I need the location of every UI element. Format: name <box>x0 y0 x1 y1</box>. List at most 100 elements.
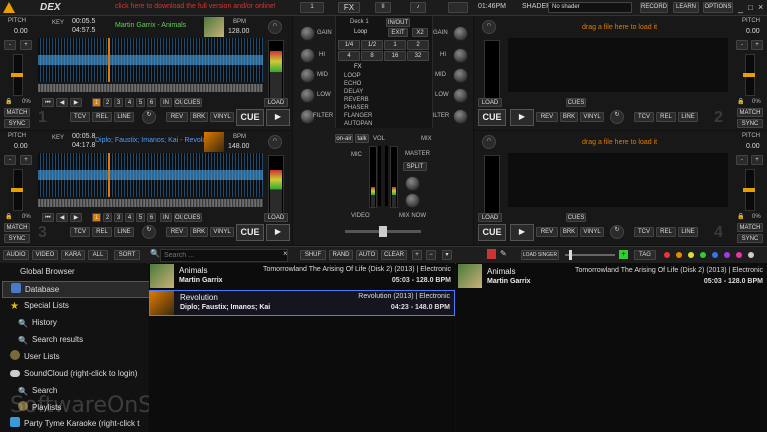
pitch-range[interactable]: 0% <box>752 99 761 105</box>
tab-volume[interactable]: ♪ <box>410 2 426 13</box>
pitch-range[interactable]: 0% <box>22 214 31 220</box>
color-tag-green[interactable] <box>700 252 706 258</box>
hotcue-2[interactable]: 2 <box>103 98 112 107</box>
tcv-button[interactable]: TCV <box>70 112 90 122</box>
random-button[interactable]: RAND <box>329 250 353 260</box>
pitch-minus[interactable]: - <box>736 40 748 50</box>
load-singer-button[interactable]: LOAD SINGER <box>521 250 559 260</box>
color-tag-yellow[interactable] <box>688 252 694 258</box>
hotcue-4[interactable]: 4 <box>125 213 134 222</box>
minimize-icon[interactable]: _ <box>738 3 743 13</box>
rev-button[interactable]: REV <box>166 112 188 122</box>
sync-button[interactable]: SYNC <box>4 234 30 243</box>
tab-pause[interactable]: II <box>375 2 391 13</box>
lock-icon[interactable]: 🔒 <box>5 213 12 220</box>
exit-button[interactable]: EXIT <box>388 28 408 37</box>
fx-item-flanger[interactable]: FLANGER <box>344 113 372 119</box>
mix-now-knob[interactable] <box>405 193 420 208</box>
color-tag-purple[interactable] <box>724 252 730 258</box>
pitch-slider[interactable] <box>11 54 23 96</box>
fx-item-loop[interactable]: LOOP <box>344 73 361 79</box>
color-tag-white[interactable] <box>748 252 754 258</box>
load-button[interactable]: LOAD <box>264 213 288 222</box>
split-button[interactable]: SPLIT <box>403 162 427 171</box>
loop-quarter[interactable]: 1/4 <box>338 40 360 50</box>
gain-knob-left[interactable] <box>300 26 315 41</box>
cues-button[interactable]: CUES <box>566 213 586 222</box>
learn-button[interactable]: LEARN <box>673 2 699 13</box>
full-version-notice[interactable]: click here to download the full version … <box>115 3 276 10</box>
in-out-button[interactable]: IN/OUT <box>386 18 410 27</box>
move-down-button[interactable]: ▾ <box>442 250 452 260</box>
auto-button[interactable]: AUTO <box>356 250 378 260</box>
filter-kara[interactable]: KARA <box>61 250 85 260</box>
add-button[interactable]: + <box>412 250 422 260</box>
sidebar-item-search-results[interactable]: 🔍 Search results <box>10 332 156 347</box>
low-knob-left[interactable] <box>300 88 315 103</box>
vinyl-button[interactable]: VINYL <box>210 112 234 122</box>
tcv-button[interactable]: TCV <box>634 227 654 237</box>
pitch-slider[interactable] <box>743 169 755 211</box>
pitch-minus[interactable]: - <box>736 155 748 165</box>
volume-fader-left[interactable] <box>378 146 381 206</box>
on-air-button[interactable]: on-air <box>335 134 353 143</box>
loop-8[interactable]: 8 <box>361 51 383 61</box>
record-button[interactable]: RECORD <box>640 2 668 13</box>
cue-button[interactable]: CUE <box>236 224 264 241</box>
overview-waveform[interactable] <box>38 199 263 207</box>
overview-waveform[interactable] <box>38 84 263 92</box>
karaoke-play-icon[interactable]: + <box>619 250 628 259</box>
tag-button[interactable]: TAG <box>634 250 656 260</box>
tcv-button[interactable]: TCV <box>634 112 654 122</box>
vinyl-button[interactable]: VINYL <box>210 227 234 237</box>
x2-button[interactable]: X2 <box>412 28 428 37</box>
loop-16[interactable]: 16 <box>384 51 406 61</box>
rev-button[interactable]: REV <box>166 227 188 237</box>
fx-item-reverb[interactable]: REVERB <box>344 97 369 103</box>
fx-item-echo[interactable]: ECHO <box>344 81 361 87</box>
search-input[interactable] <box>160 249 288 262</box>
karaoke-slider[interactable] <box>565 250 615 260</box>
hotcue-1[interactable]: 1 <box>92 213 101 222</box>
fx-item-delay[interactable]: DELAY <box>344 89 363 95</box>
color-tag-blue[interactable] <box>712 252 718 258</box>
loop-4[interactable]: 4 <box>338 51 360 61</box>
loop-roll-icon[interactable]: ↻ <box>142 110 156 124</box>
filter-audio[interactable]: AUDIO <box>3 250 29 260</box>
pitch-plus[interactable]: + <box>751 40 763 50</box>
lock-icon[interactable]: 🔒 <box>737 98 744 105</box>
volume-fader-right[interactable] <box>385 146 388 206</box>
tab-fx[interactable]: FX <box>338 2 360 13</box>
lock-icon[interactable]: 🔒 <box>737 213 744 220</box>
lock-icon[interactable]: 🔒 <box>5 98 12 105</box>
brk-button[interactable]: BRK <box>560 112 578 122</box>
clear-button[interactable]: CLEAR <box>381 250 407 260</box>
tcv-button[interactable]: TCV <box>70 227 90 237</box>
table-row[interactable]: Animals Martin Garrix Tomorrowland The A… <box>149 263 455 289</box>
pitch-range[interactable]: 0% <box>752 214 761 220</box>
mid-knob-left[interactable] <box>300 68 315 83</box>
waveform[interactable] <box>38 153 263 197</box>
loop-roll-icon[interactable]: ↻ <box>142 225 156 239</box>
fx-item-autopan[interactable]: AUTOPAN <box>344 121 372 127</box>
forward-button[interactable]: ▶ <box>70 98 82 107</box>
loop-in-button[interactable]: IN <box>160 98 172 107</box>
line-button[interactable]: LINE <box>678 112 698 122</box>
pitch-minus[interactable]: - <box>4 155 16 165</box>
play-button[interactable]: ▶ <box>510 224 534 241</box>
play-button[interactable]: ▶ <box>510 109 534 126</box>
close-icon[interactable]: × <box>758 2 763 12</box>
headphone-button[interactable]: ∩ <box>268 20 282 34</box>
sort-button[interactable]: SORT <box>114 250 140 260</box>
clear-search-icon[interactable]: × <box>283 249 288 258</box>
match-button[interactable]: MATCH <box>4 108 30 117</box>
master-knob[interactable] <box>405 176 420 191</box>
loop-roll-icon[interactable]: ↻ <box>610 110 624 124</box>
maximize-icon[interactable]: □ <box>748 3 753 12</box>
brk-button[interactable]: BRK <box>190 112 208 122</box>
hotcue-6[interactable]: 6 <box>147 213 156 222</box>
load-button[interactable]: LOAD <box>478 98 502 107</box>
waveform[interactable] <box>508 153 728 207</box>
sync-button[interactable]: SYNC <box>737 234 763 243</box>
sidebar-item-soundcloud[interactable]: SoundCloud (right-click to login) <box>2 366 148 381</box>
